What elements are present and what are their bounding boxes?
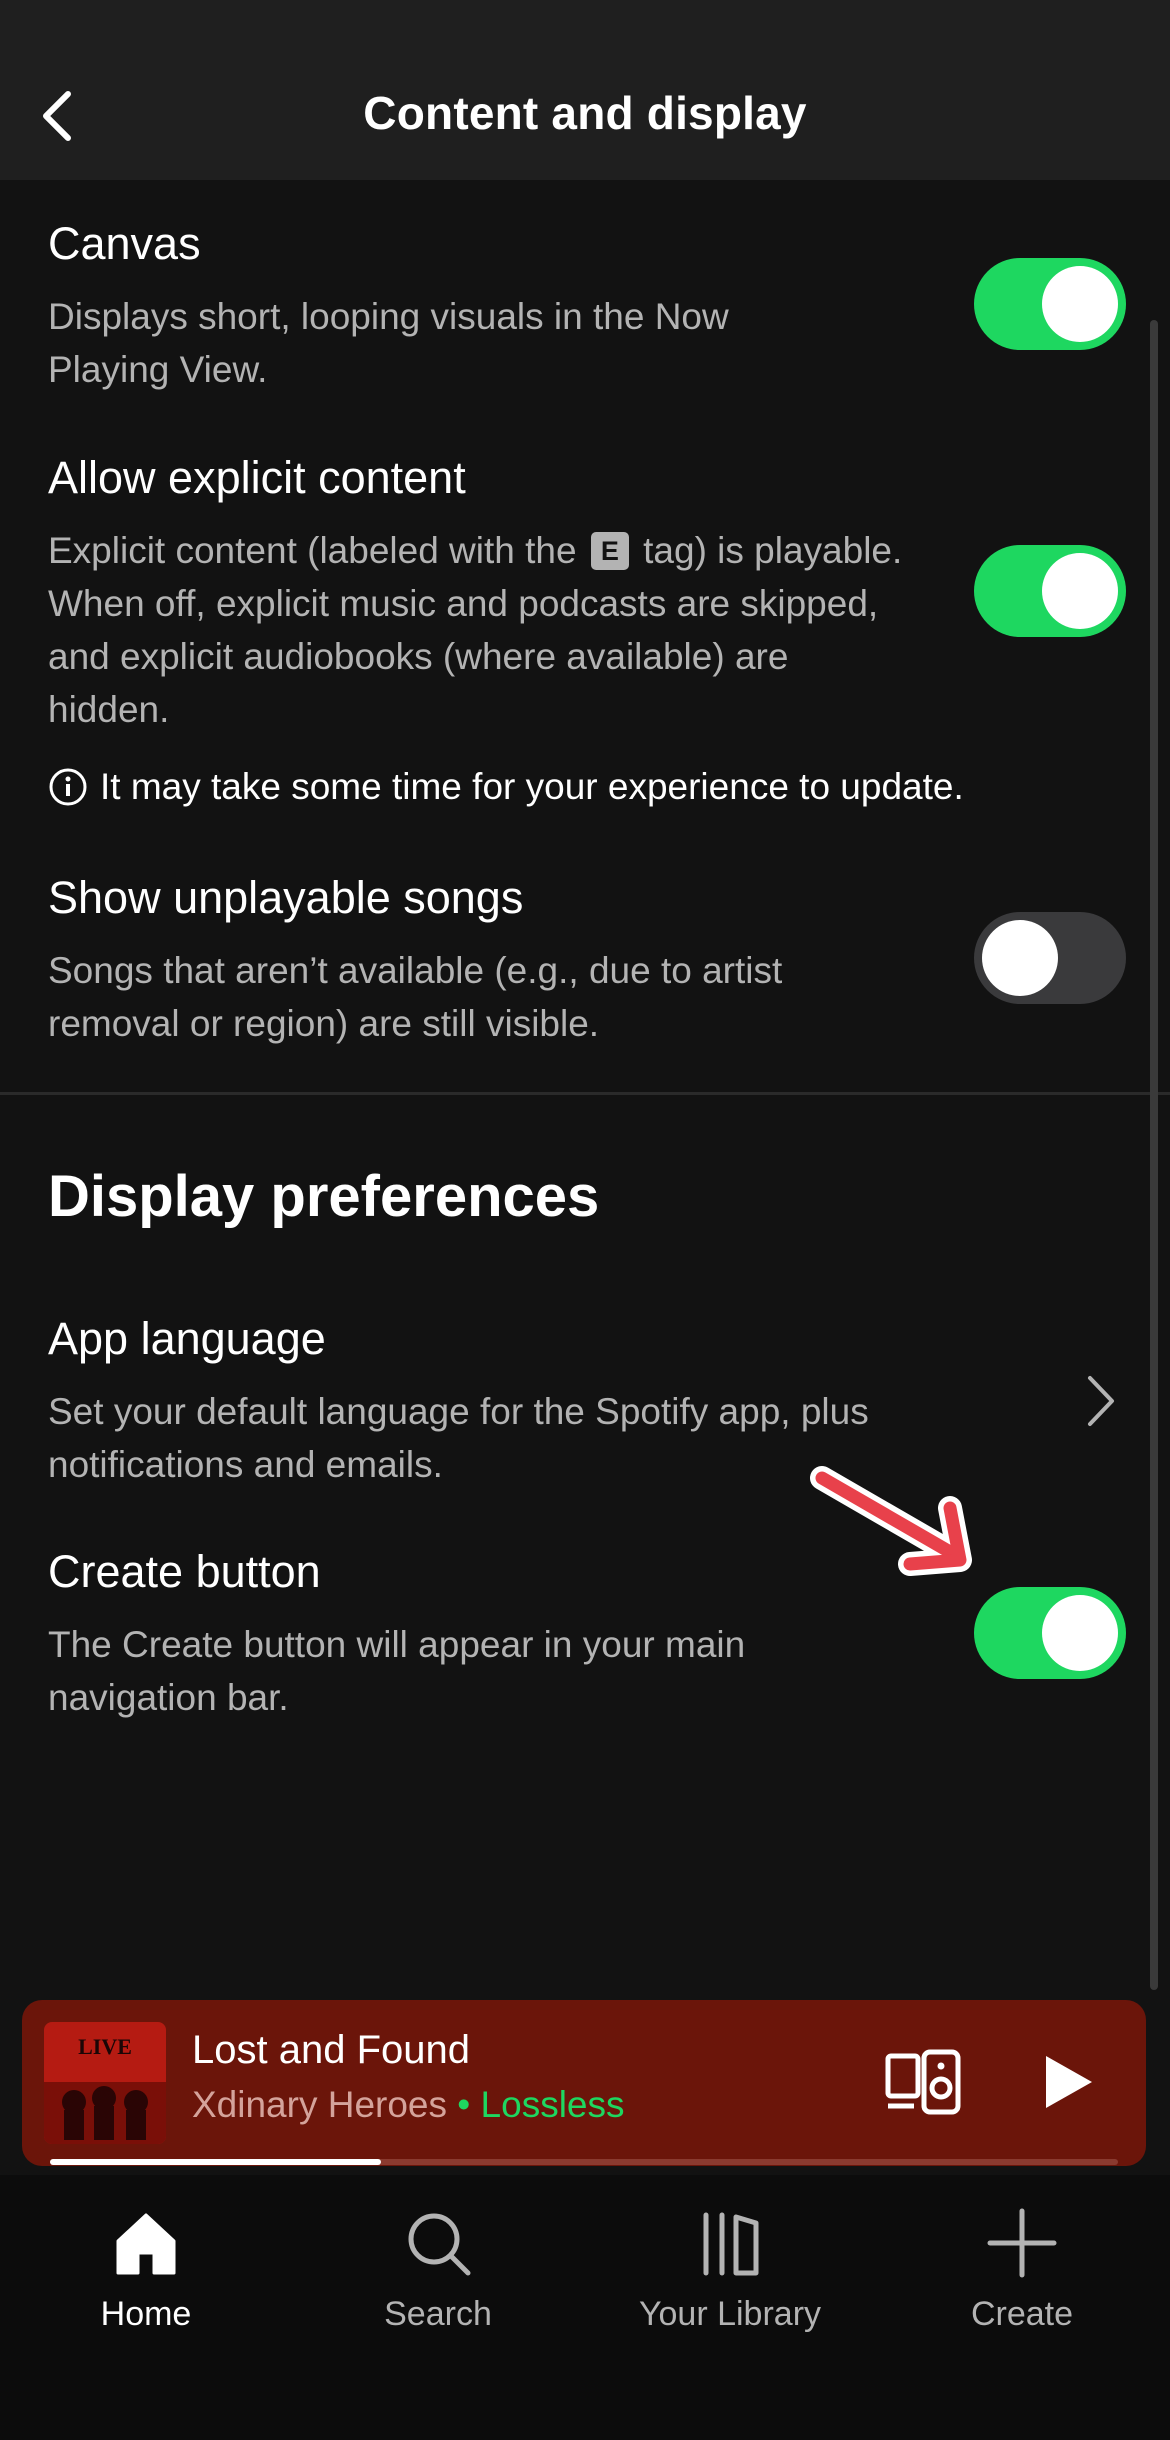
unplayable-songs-setting-title: Show unplayable songs: [48, 872, 524, 923]
track-title: Lost and Found: [192, 2028, 470, 2072]
info-note: It may take some time for your experienc…: [48, 766, 964, 808]
app-language-title[interactable]: App language: [48, 1313, 326, 1365]
unplayable-songs-setting-description: Songs that aren’t available (e.g., due t…: [48, 950, 783, 1044]
nav-create-label: Create: [970, 2295, 1074, 2333]
top-bar: Content and display: [0, 0, 1170, 180]
now-playing-bar[interactable]: LIVE Lost and Found Xdinary Heroes • Los…: [22, 2000, 1146, 2166]
nav-library-label: Your Library: [638, 2295, 822, 2333]
canvas-setting-description: Displays short, looping visuals in the N…: [48, 296, 729, 390]
display-preferences-heading: Display preferences: [48, 1164, 600, 1229]
nav-create[interactable]: Create: [876, 2175, 1168, 2440]
connect-device-icon[interactable]: [884, 2048, 962, 2116]
nav-home-label: Home: [100, 2295, 192, 2333]
explicit-tag-icon: E: [590, 532, 629, 570]
bottom-navigation: Home Search Your Library Create: [0, 2175, 1170, 2440]
info-note-text: It may take some time for your experienc…: [100, 766, 964, 807]
search-icon: [408, 2213, 471, 2276]
toggle-knob: [1042, 1595, 1118, 1671]
plus-icon: [987, 2208, 1057, 2278]
chevron-right-icon[interactable]: [1070, 1366, 1130, 1436]
canvas-setting-title: Canvas: [48, 218, 201, 269]
create-button-setting-title: Create button: [48, 1546, 321, 1597]
play-icon[interactable]: [1040, 2052, 1096, 2112]
page-title: Content and display: [363, 87, 807, 139]
separator-dot: •: [457, 2084, 471, 2125]
info-icon: [49, 768, 87, 806]
library-icon: [703, 2212, 759, 2276]
scrollbar[interactable]: [1150, 320, 1158, 1990]
svg-text:LIVE: LIVE: [78, 2034, 132, 2059]
playback-progress[interactable]: [50, 2159, 1118, 2165]
explicit-content-toggle[interactable]: [974, 545, 1126, 637]
section-divider: [0, 1092, 1170, 1095]
home-icon: [116, 2213, 176, 2275]
lossless-badge: Lossless: [480, 2084, 625, 2125]
artist-name: Xdinary Heroes: [192, 2084, 448, 2125]
nav-library[interactable]: Your Library: [584, 2175, 876, 2440]
playback-progress-fill: [50, 2159, 382, 2165]
unplayable-songs-toggle[interactable]: [974, 912, 1126, 1004]
toggle-knob: [982, 920, 1058, 996]
canvas-toggle[interactable]: [974, 258, 1126, 350]
create-button-setting-description: The Create button will appear in your ma…: [48, 1624, 746, 1718]
toggle-knob: [1042, 266, 1118, 342]
explicit-description-part1: Explicit content (labeled with the: [48, 530, 577, 571]
nav-home[interactable]: Home: [0, 2175, 292, 2440]
annotation-arrow-icon: [810, 1466, 972, 1576]
toggle-knob: [1042, 553, 1118, 629]
nav-search-label: Search: [384, 2295, 492, 2333]
track-subtitle: Xdinary Heroes • Lossless: [192, 2084, 625, 2126]
nav-search[interactable]: Search: [292, 2175, 584, 2440]
explicit-content-setting-description: Explicit content (labeled with the E tag…: [48, 524, 908, 736]
explicit-content-setting-title: Allow explicit content: [48, 452, 466, 503]
album-cover: LIVE: [44, 2022, 166, 2144]
create-button-toggle[interactable]: [974, 1587, 1126, 1679]
